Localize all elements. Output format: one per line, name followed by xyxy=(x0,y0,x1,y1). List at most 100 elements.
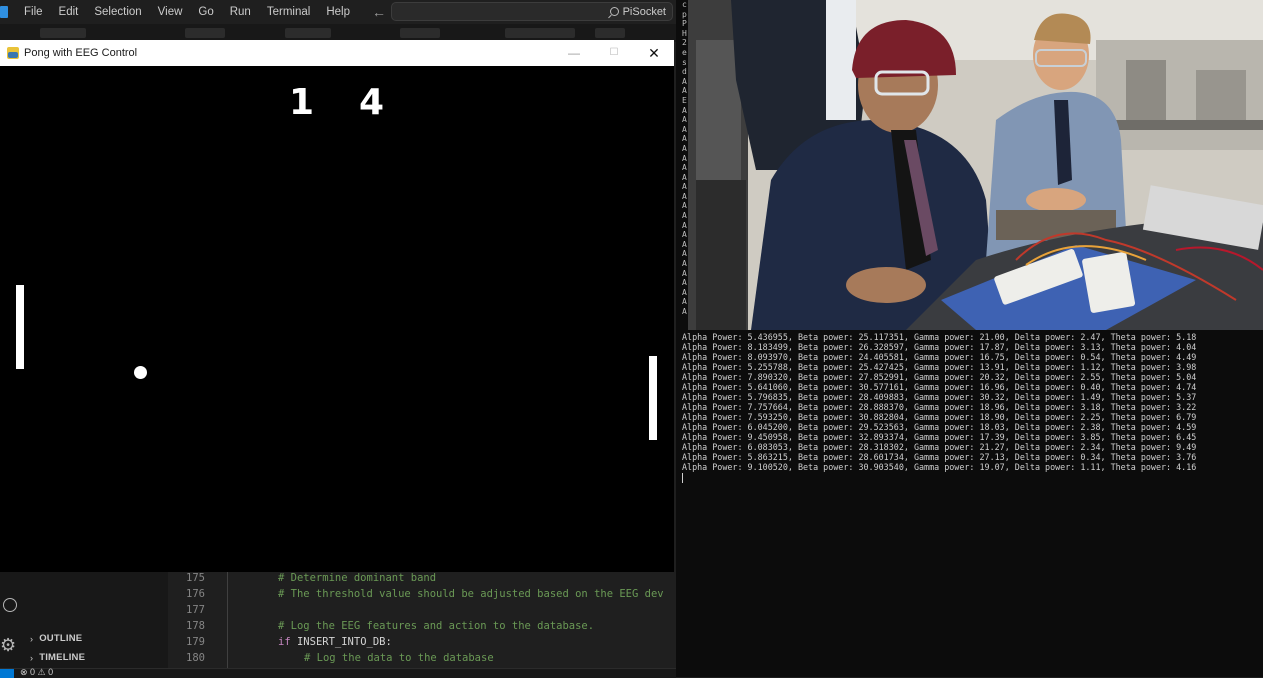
chevron-right-icon: › xyxy=(30,652,34,663)
line-number: 179 xyxy=(186,636,205,648)
terminal-gutter-char: A xyxy=(682,259,687,269)
line-number: 180 xyxy=(186,652,205,664)
score-left: 1 xyxy=(289,82,315,123)
terminal-line: Alpha Power: 5.863215, Beta power: 28.60… xyxy=(682,452,1197,462)
terminal-gutter-char: A xyxy=(682,191,687,201)
terminal-line: Alpha Power: 6.083053, Beta power: 28.31… xyxy=(682,442,1197,452)
code-line: 180 # Log the data to the database xyxy=(168,652,676,668)
chevron-right-icon: › xyxy=(30,633,34,644)
menu-run[interactable]: Run xyxy=(222,0,259,24)
menu-edit[interactable]: Edit xyxy=(51,0,87,24)
terminal-gutter-char: p xyxy=(682,9,687,19)
code-editor[interactable]: 175 # Determine dominant band 176 # The … xyxy=(168,572,676,668)
terminal-gutter-char: A xyxy=(682,230,687,240)
terminal-gutter-char: A xyxy=(682,115,687,125)
terminal-gutter-char: c xyxy=(682,0,687,9)
terminal-gutter-char: A xyxy=(682,105,687,115)
terminal-gutter-char: A xyxy=(682,182,687,192)
menu-terminal[interactable]: Terminal xyxy=(259,0,318,24)
line-number: 175 xyxy=(186,572,205,584)
terminal-left-gutter: cpPH2esdAAEAAAAAAAAAAAAAAAAAAAAAA xyxy=(676,0,688,330)
explorer-sidebar: › OUTLINE › TIMELINE xyxy=(24,572,168,668)
editor-tab[interactable] xyxy=(185,28,225,38)
timeline-panel-header[interactable]: › TIMELINE xyxy=(30,652,85,663)
gear-icon[interactable]: ⚙ xyxy=(0,636,16,654)
terminal-gutter-char: 2 xyxy=(682,38,687,48)
indent-guide xyxy=(227,572,228,668)
code-line: 179 if INSERT_INTO_DB: xyxy=(168,636,676,652)
terminal-gutter-char: A xyxy=(682,249,687,259)
python-app-icon xyxy=(7,47,19,59)
problems-indicator[interactable]: ⊗ 0 ⚠ 0 xyxy=(20,667,53,678)
arrow-left-icon[interactable]: ← xyxy=(372,4,386,20)
code-line: 176 # The threshold value should be adju… xyxy=(168,588,676,604)
score-right: 4 xyxy=(359,82,385,123)
menu-selection[interactable]: Selection xyxy=(86,0,149,24)
game-canvas[interactable]: 1 4 xyxy=(0,66,674,572)
terminal-gutter-char: A xyxy=(682,201,687,211)
terminal-gutter-char: P xyxy=(682,19,687,29)
close-button[interactable]: ✕ xyxy=(634,40,674,66)
terminal-gutter-char: H xyxy=(682,28,687,38)
right-pane: cpPH2esdAAEAAAAAAAAAAAAAAAAAAAAAA Alpha … xyxy=(676,0,1263,677)
terminal-output[interactable]: Alpha Power: 5.436955, Beta power: 25.11… xyxy=(676,330,1263,677)
pong-titlebar[interactable]: Pong with EEG Control — ☐ ✕ xyxy=(0,40,674,66)
right-paddle xyxy=(649,356,657,440)
code-comment: # Log the data to the database xyxy=(304,652,494,664)
terminal-line: Alpha Power: 5.796835, Beta power: 28.40… xyxy=(682,392,1197,402)
left-paddle xyxy=(16,285,24,369)
code-statement: if INSERT_INTO_DB: xyxy=(278,636,392,648)
maximize-button[interactable]: ☐ xyxy=(594,40,634,66)
menu-file[interactable]: File xyxy=(16,0,51,24)
command-center-search[interactable]: PiSocket xyxy=(391,2,673,21)
code-punctuation: : xyxy=(385,636,392,648)
code-comment: # The threshold value should be adjusted… xyxy=(278,588,664,600)
terminal-line: Alpha Power: 7.757664, Beta power: 28.88… xyxy=(682,402,1197,412)
menu-go[interactable]: Go xyxy=(190,0,221,24)
code-identifier: INSERT_INTO_DB xyxy=(296,636,386,648)
editor-tab[interactable] xyxy=(595,28,625,38)
camera-feed xyxy=(676,0,1263,330)
terminal-gutter-char: A xyxy=(682,124,687,134)
lab-scene-photo xyxy=(676,0,1263,330)
terminal-gutter-char: A xyxy=(682,172,687,182)
menu-view[interactable]: View xyxy=(150,0,191,24)
minimize-button[interactable]: — xyxy=(554,40,594,66)
pong-window-title: Pong with EEG Control xyxy=(24,47,138,59)
terminal-gutter-char: A xyxy=(682,76,687,86)
terminal-gutter-char: A xyxy=(682,297,687,307)
editor-tab[interactable] xyxy=(400,28,440,38)
code-comment: # Log the EEG features and action to the… xyxy=(278,620,595,632)
terminal-gutter-char: A xyxy=(682,153,687,163)
terminal-gutter-char: s xyxy=(682,57,687,67)
terminal-gutter-char: A xyxy=(682,220,687,230)
terminal-line: Alpha Power: 7.890320, Beta power: 27.85… xyxy=(682,372,1197,382)
terminal-gutter-char: A xyxy=(682,268,687,278)
editor-tab[interactable] xyxy=(40,28,86,38)
line-number: 178 xyxy=(186,620,205,632)
editor-tab[interactable] xyxy=(285,28,331,38)
terminal-line: Alpha Power: 7.593250, Beta power: 30.88… xyxy=(682,412,1197,422)
code-line: 175 # Determine dominant band xyxy=(168,572,676,588)
terminal-line: Alpha Power: 8.183499, Beta power: 26.32… xyxy=(682,342,1197,352)
line-number: 176 xyxy=(186,588,205,600)
outline-panel-header[interactable]: › OUTLINE xyxy=(30,633,82,644)
search-icon xyxy=(609,7,619,16)
editor-tab[interactable] xyxy=(505,28,575,38)
terminal-gutter-char: A xyxy=(682,86,687,96)
ball xyxy=(134,366,147,379)
code-keyword: if xyxy=(278,636,291,648)
menu-help[interactable]: Help xyxy=(318,0,358,24)
code-comment: # Determine dominant band xyxy=(278,572,437,584)
terminal-gutter-char: A xyxy=(682,134,687,144)
terminal-gutter-char: A xyxy=(682,239,687,249)
line-number: 177 xyxy=(186,604,205,616)
terminal-gutter-char: A xyxy=(682,211,687,221)
terminal-gutter-char: e xyxy=(682,47,687,57)
code-line: 178 # Log the EEG features and action to… xyxy=(168,620,676,636)
terminal-line: Alpha Power: 5.436955, Beta power: 25.11… xyxy=(682,332,1197,342)
terminal-gutter-char: A xyxy=(682,287,687,297)
terminal-gutter-char: A xyxy=(682,143,687,153)
terminal-line: Alpha Power: 8.093970, Beta power: 24.40… xyxy=(682,352,1197,362)
account-icon[interactable] xyxy=(3,598,17,612)
